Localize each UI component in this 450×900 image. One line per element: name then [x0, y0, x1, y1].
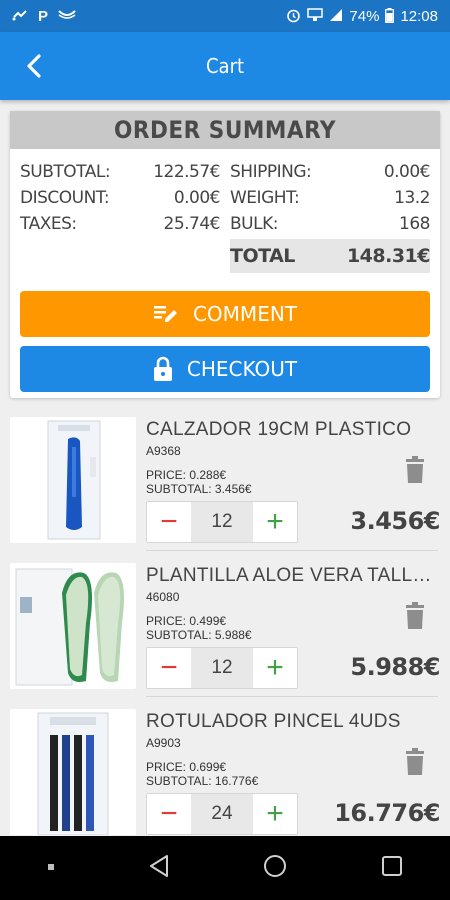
item-total: 16.776€ — [334, 799, 440, 827]
trash-icon — [406, 602, 424, 629]
product-price-block: PRICE: 0.499€ SUBTOTAL: 5.988€ — [146, 614, 252, 642]
comment-label: COMMENT — [192, 302, 298, 326]
decrease-quantity-button[interactable]: − — [147, 502, 191, 542]
total-label: TOTAL — [230, 245, 295, 267]
chevron-left-icon — [27, 54, 41, 78]
back-button[interactable] — [18, 50, 50, 82]
status-bar: P 74% 12:08 — [0, 0, 450, 32]
mail-icon — [58, 9, 76, 23]
system-navigation-bar — [0, 836, 450, 900]
quantity-stepper: − 24 + — [146, 793, 298, 835]
summary-row-total: TOTAL 148.31€ — [230, 239, 431, 273]
trash-icon — [406, 748, 424, 775]
battery-level: 74% — [349, 7, 380, 25]
back-nav-button[interactable] — [148, 854, 170, 883]
product-image[interactable] — [10, 417, 136, 543]
home-nav-button[interactable] — [262, 853, 288, 884]
wifi-icon — [307, 8, 324, 24]
checkout-label: CHECKOUT — [186, 357, 298, 381]
product-subtotal: SUBTOTAL: 5.988€ — [146, 628, 252, 642]
product-name: PLANTILLA ALOE VERA TALLA UNICA — [146, 565, 438, 586]
increase-quantity-button[interactable]: + — [253, 648, 297, 688]
summary-row-shipping: SHIPPING: 0.00€ — [230, 159, 431, 185]
battery-icon — [385, 7, 395, 25]
quantity-value[interactable]: 24 — [191, 794, 253, 834]
order-summary-card: ORDER SUMMARY SUBTOTAL: 122.57€ DISCOUNT… — [10, 111, 440, 398]
comment-button[interactable]: COMMENT — [20, 291, 430, 337]
cart-item: ROTULADOR PINCEL 4UDS A9903 PRICE: 0.699… — [10, 703, 440, 843]
increase-quantity-button[interactable]: + — [253, 794, 297, 834]
dot-icon — [48, 864, 54, 870]
divider — [146, 550, 438, 551]
summary-row-weight: WEIGHT: 13.2 — [230, 185, 430, 211]
app-bar: Cart — [0, 32, 450, 100]
alarm-icon — [286, 8, 301, 25]
summary-value: 0.00€ — [383, 162, 431, 182]
product-price: PRICE: 0.699€ — [146, 760, 227, 774]
summary-row-subtotal: SUBTOTAL: 122.57€ — [20, 159, 220, 185]
product-price-block: PRICE: 0.699€ SUBTOTAL: 16.776€ — [146, 760, 258, 788]
overview-nav-button[interactable] — [380, 854, 404, 883]
clock: 12:08 — [400, 7, 438, 25]
quantity-value[interactable]: 12 — [191, 648, 253, 688]
edit-note-icon — [153, 306, 177, 322]
cart-item: PLANTILLA ALOE VERA TALLA UNICA 46080 PR… — [10, 557, 440, 697]
summary-right-column: SHIPPING: 0.00€ WEIGHT: 13.2 BULK: 168 T… — [230, 159, 431, 273]
product-image[interactable] — [10, 563, 136, 689]
delete-button[interactable] — [403, 602, 427, 630]
sync-icon — [12, 8, 28, 24]
summary-label: DISCOUNT: — [20, 188, 110, 208]
order-summary-title: ORDER SUMMARY — [10, 111, 440, 149]
product-name: CALZADOR 19CM PLASTICO — [146, 419, 412, 440]
product-subtotal: SUBTOTAL: 3.456€ — [146, 482, 252, 496]
decrease-quantity-button[interactable]: − — [147, 794, 191, 834]
decrease-quantity-button[interactable]: − — [147, 648, 191, 688]
checkout-button[interactable]: CHECKOUT — [20, 346, 430, 392]
summary-left-column: SUBTOTAL: 122.57€ DISCOUNT: 0.00€ TAXES:… — [20, 159, 221, 273]
square-overview-icon — [382, 855, 402, 876]
summary-value: 25.74€ — [163, 214, 221, 234]
summary-value: 0.00€ — [173, 188, 221, 208]
summary-value: 13.2 — [394, 188, 430, 208]
summary-row-taxes: TAXES: 25.74€ — [20, 211, 221, 237]
item-total: 3.456€ — [350, 507, 440, 535]
product-code: 46080 — [146, 590, 180, 604]
summary-label: TAXES: — [20, 214, 77, 234]
paypal-icon: P — [38, 7, 49, 25]
summary-label: SHIPPING: — [230, 162, 312, 182]
product-name: ROTULADOR PINCEL 4UDS — [146, 711, 401, 732]
triangle-back-icon — [150, 854, 168, 877]
recents-dot-button[interactable] — [46, 859, 56, 877]
summary-row-bulk: BULK: 168 — [230, 211, 430, 237]
quantity-stepper: − 12 + — [146, 647, 298, 689]
quantity-value[interactable]: 12 — [191, 502, 253, 542]
summary-grid: SUBTOTAL: 122.57€ DISCOUNT: 0.00€ TAXES:… — [20, 159, 431, 273]
product-code: A9903 — [146, 736, 181, 750]
total-value: 148.31€ — [346, 245, 431, 267]
summary-value: 122.57€ — [153, 162, 220, 182]
cart-item: CALZADOR 19CM PLASTICO A9368 PRICE: 0.28… — [10, 411, 440, 551]
item-total: 5.988€ — [350, 653, 440, 681]
signal-icon — [329, 8, 343, 24]
divider — [146, 696, 438, 697]
increase-quantity-button[interactable]: + — [253, 502, 297, 542]
delete-button[interactable] — [403, 748, 427, 776]
summary-label: BULK: — [230, 214, 278, 234]
summary-value: 168 — [399, 214, 430, 234]
summary-row-discount: DISCOUNT: 0.00€ — [20, 185, 221, 211]
product-price-block: PRICE: 0.288€ SUBTOTAL: 3.456€ — [146, 468, 252, 496]
product-code: A9368 — [146, 444, 181, 458]
product-price: PRICE: 0.499€ — [146, 614, 227, 628]
summary-label: SUBTOTAL: — [20, 162, 111, 182]
trash-icon — [406, 456, 424, 483]
product-price: PRICE: 0.288€ — [146, 468, 227, 482]
product-subtotal: SUBTOTAL: 16.776€ — [146, 774, 259, 788]
quantity-stepper: − 12 + — [146, 501, 298, 543]
delete-button[interactable] — [403, 456, 427, 484]
lock-icon — [153, 356, 172, 381]
summary-label: WEIGHT: — [230, 188, 300, 208]
page-title: Cart — [205, 54, 245, 78]
product-image[interactable] — [10, 709, 136, 835]
circle-home-icon — [264, 854, 286, 877]
